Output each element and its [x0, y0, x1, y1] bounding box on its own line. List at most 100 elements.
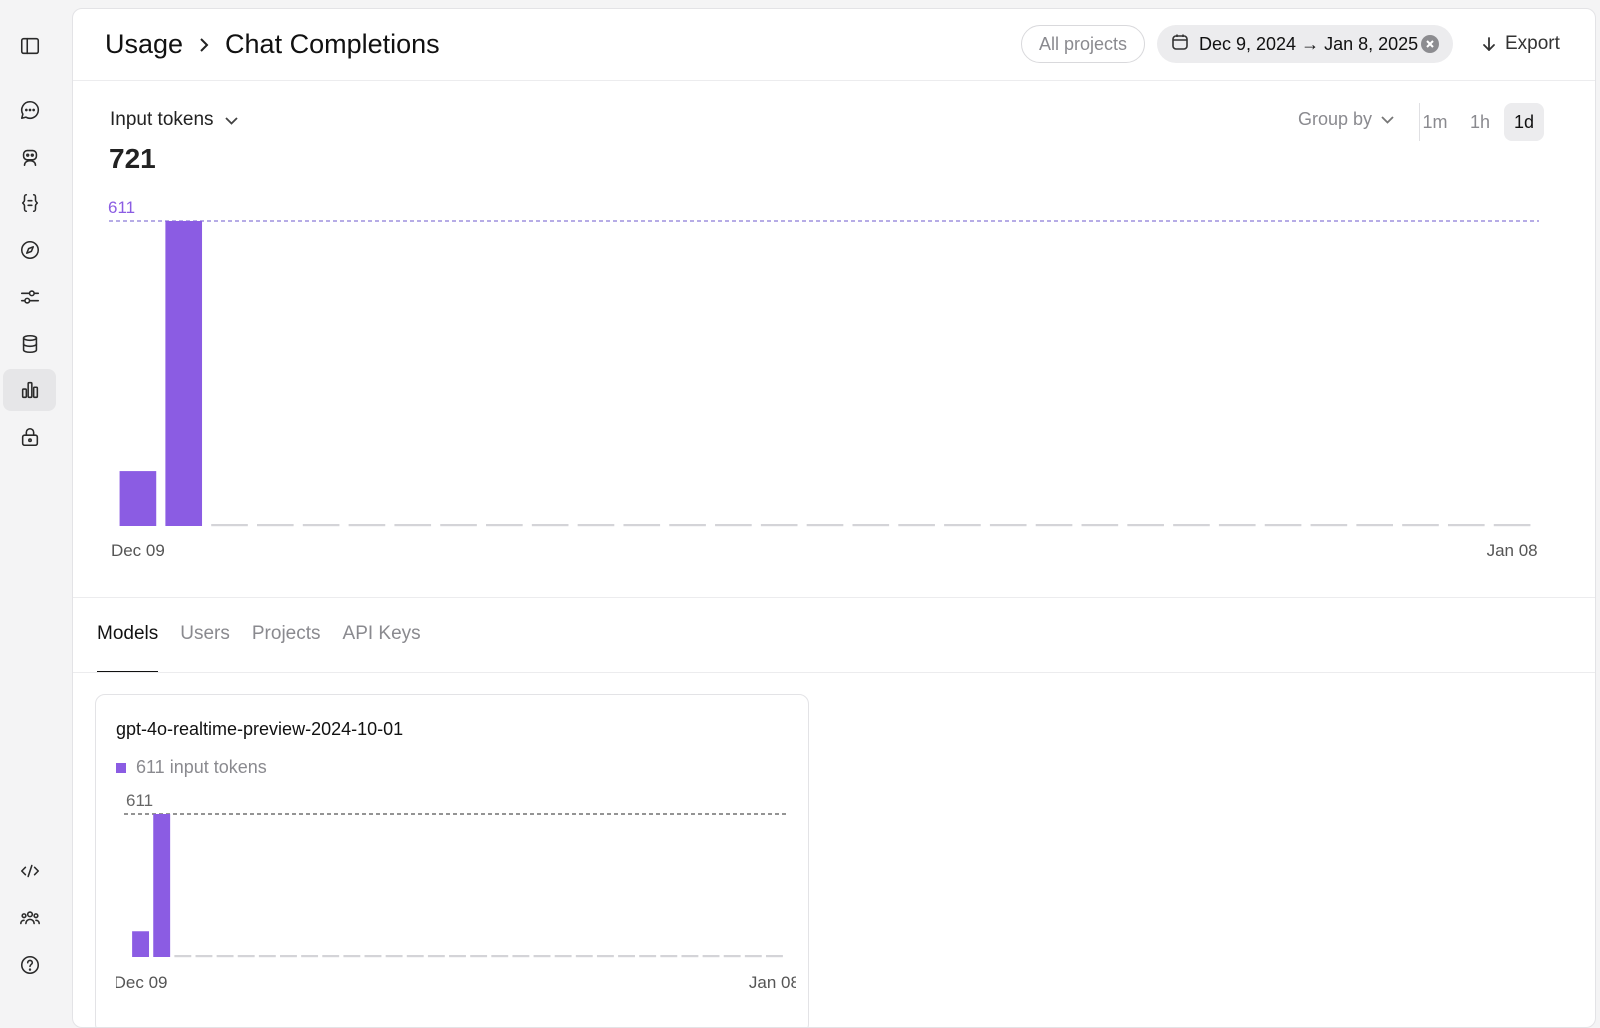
- metric-dropdown[interactable]: Input tokens: [110, 109, 239, 131]
- chart-bar-empty: [623, 524, 661, 527]
- model-usage-card[interactable]: gpt-4o-realtime-preview-2024-10-01 611 i…: [95, 694, 809, 1027]
- x-tick-label-start: Dec 09: [116, 973, 168, 992]
- export-label: Export: [1505, 33, 1560, 54]
- chart-bar-empty: [280, 955, 297, 958]
- sidebar-item-api-keys[interactable]: [3, 416, 56, 458]
- main-panel: Usage Chat Completions All projects Dec …: [72, 8, 1596, 1028]
- chart-bar-empty: [575, 955, 593, 958]
- export-button[interactable]: Export: [1481, 33, 1560, 55]
- total-tokens-value: 721: [109, 143, 156, 174]
- chart-bar-empty: [618, 955, 635, 958]
- chart-bar-empty: [385, 955, 403, 958]
- metric-dropdown-label: Input tokens: [110, 109, 214, 130]
- chevron-down-icon: [224, 116, 238, 125]
- chart-bar-empty: [427, 955, 445, 958]
- group-by-dropdown[interactable]: Group by: [1298, 109, 1395, 130]
- max-value-label: 611: [108, 198, 135, 217]
- sidebar-item-fine-tuning[interactable]: [3, 276, 56, 318]
- chart-bar-empty: [195, 955, 213, 958]
- sidebar-item-prompts[interactable]: [3, 182, 56, 224]
- tabs-underline: [73, 672, 1595, 673]
- projects-filter-button[interactable]: All projects: [1021, 25, 1145, 63]
- chart-bar-empty: [512, 955, 530, 958]
- chart-bar-empty: [301, 955, 319, 958]
- tab-models[interactable]: Models: [97, 615, 159, 673]
- chart-bar-empty: [760, 524, 798, 527]
- download-arrow-icon: [1483, 37, 1495, 51]
- sidebar-item-assistants[interactable]: [3, 136, 56, 178]
- chart-bar: [153, 814, 171, 957]
- sidebar-item-storage[interactable]: [3, 323, 56, 365]
- chart-bar-empty: [1218, 524, 1256, 527]
- sidebar-item-chat[interactable]: [3, 89, 56, 131]
- tab-users[interactable]: Users: [180, 615, 230, 673]
- chart-bar-empty: [1310, 524, 1348, 527]
- model-name: gpt-4o-realtime-preview-2024-10-01: [116, 719, 404, 739]
- chart-bar-empty: [1447, 524, 1485, 527]
- sidebar-item-code[interactable]: [3, 850, 56, 892]
- max-value-label: 611: [126, 791, 153, 810]
- breadcrumb-usage-link[interactable]: Usage: [105, 29, 183, 60]
- granularity-1d-button[interactable]: 1d: [1504, 103, 1544, 141]
- chart-bar-empty: [723, 955, 741, 958]
- chart-bar-empty: [681, 955, 699, 958]
- chart-bar-empty: [989, 524, 1027, 527]
- page-header: Usage Chat Completions All projects Dec …: [73, 9, 1595, 81]
- chevron-down-icon: [1381, 116, 1394, 124]
- chart-bar-empty: [660, 955, 678, 958]
- chart-bar-empty: [470, 955, 488, 958]
- clear-date-icon[interactable]: [1421, 35, 1439, 53]
- chart-bar-empty: [406, 955, 424, 958]
- sidebar: [0, 0, 72, 1028]
- lock-icon: [21, 427, 38, 447]
- chart-bar-empty: [765, 955, 783, 958]
- usage-bar-chart: 611 Dec 09 Jan 08: [108, 198, 1539, 560]
- chart-bar-empty: [702, 955, 720, 958]
- chart-bar-empty: [322, 955, 340, 958]
- chart-bar-empty: [533, 955, 551, 958]
- chart-bar-empty: [257, 524, 294, 527]
- page-title: Chat Completions: [225, 29, 440, 59]
- chart-bar-empty: [669, 524, 706, 527]
- chart-bar: [132, 931, 150, 957]
- chart-bar: [119, 471, 157, 526]
- breakdown-tabs: Models Users Projects API Keys: [97, 615, 421, 673]
- x-tick-label-start: Dec 09: [111, 541, 165, 560]
- curly-braces-icon: [21, 193, 38, 213]
- chart-bar-empty: [486, 524, 523, 527]
- chart-bar-empty: [211, 524, 248, 527]
- granularity-1m-button[interactable]: 1m: [1415, 103, 1455, 141]
- chart-bar-empty: [174, 955, 192, 958]
- sidebar-toggle-icon: [20, 37, 39, 55]
- chart-bar-empty: [852, 524, 890, 527]
- x-tick-label-end: Jan 08: [749, 973, 796, 992]
- chart-bar-empty: [216, 955, 234, 958]
- tab-projects[interactable]: Projects: [252, 615, 321, 673]
- sidebar-item-team[interactable]: [3, 897, 56, 939]
- chart-bar-empty: [1173, 524, 1210, 527]
- chart-bar-empty: [364, 955, 382, 958]
- team-icon: [19, 911, 40, 925]
- chart-bar-empty: [639, 955, 657, 958]
- tab-api-keys[interactable]: API Keys: [343, 615, 421, 673]
- chart-bar-empty: [302, 524, 340, 527]
- chart-bar-empty: [440, 524, 477, 527]
- sidebar-item-usage[interactable]: [3, 369, 56, 411]
- sidebar-item-help[interactable]: [3, 944, 56, 986]
- chevron-right-icon: [197, 37, 211, 52]
- chart-bar-empty: [1035, 524, 1073, 527]
- chart-bar-empty: [1081, 524, 1119, 527]
- chart-bar-empty: [744, 955, 762, 958]
- date-range-picker[interactable]: Dec 9, 2024 → Jan 8, 2025: [1157, 25, 1453, 63]
- chart-bar-empty: [258, 955, 276, 958]
- granularity-1h-button[interactable]: 1h: [1460, 103, 1500, 141]
- legend-swatch: [116, 762, 126, 773]
- chart-bar-empty: [1264, 524, 1302, 527]
- chart-bar-empty: [1127, 524, 1164, 527]
- sidebar-item-explore[interactable]: [3, 229, 56, 271]
- model-legend: 611 input tokens: [116, 757, 267, 778]
- chart-bar: [165, 221, 203, 526]
- group-by-label: Group by: [1298, 109, 1373, 129]
- chart-bar-empty: [806, 524, 844, 527]
- sidebar-toggle-button[interactable]: [3, 25, 56, 67]
